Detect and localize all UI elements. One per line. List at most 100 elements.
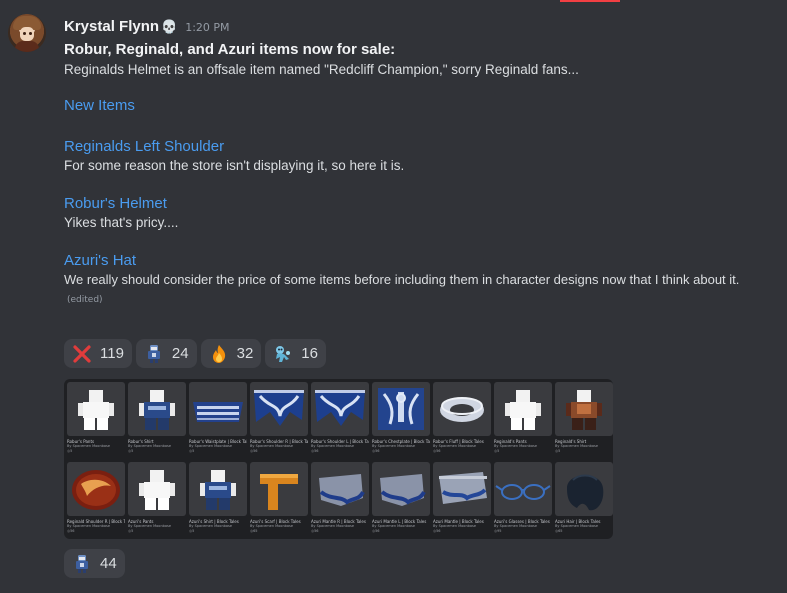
item-thumbnail bbox=[311, 462, 369, 516]
gallery-item: Robur's Fluff | Block Tales By Spacemen M… bbox=[433, 382, 491, 458]
item-thumbnail bbox=[372, 382, 430, 436]
item-price: ◎5 bbox=[189, 449, 195, 453]
link-reginalds-left-shoulder[interactable]: Reginalds Left Shoulder bbox=[64, 138, 773, 155]
item-price-value: 5 bbox=[131, 449, 134, 453]
gallery-item: Reginald's Shirt By Spacemen Moonbase ◎5 bbox=[555, 382, 613, 458]
item-thumbnail bbox=[311, 382, 369, 436]
item-thumbnail bbox=[555, 382, 613, 436]
gallery-item: Azuri's Pants By Spacemen Moonbase ◎5 bbox=[128, 462, 186, 538]
item-thumbnail bbox=[433, 462, 491, 516]
custom-creature-emoji-icon bbox=[273, 344, 293, 364]
reaction-count: 32 bbox=[236, 345, 254, 362]
gallery-item: Azuri's Scarf | Block Tales By Spacemen M… bbox=[250, 462, 308, 538]
link-azuris-hat[interactable]: Azuri's Hat bbox=[64, 252, 773, 269]
reaction-count: 119 bbox=[100, 345, 124, 362]
item-thumbnail bbox=[372, 462, 430, 516]
gallery-item: Azuri Hair | Block Tales By Spacemen Moon… bbox=[555, 462, 613, 538]
message-timestamp[interactable]: 1:20 PM bbox=[185, 21, 229, 34]
message-title: Robur, Reginald, and Azuri items now for… bbox=[64, 41, 396, 58]
item-price: ◎56 bbox=[433, 529, 441, 533]
item-price-value: 5 bbox=[192, 449, 195, 453]
gallery-item: Robur's Shoulder R | Block Tales By Space… bbox=[250, 382, 308, 458]
item-price-value: 56 bbox=[436, 449, 441, 453]
item-thumbnail bbox=[433, 382, 491, 436]
item-price-value: 95 bbox=[497, 529, 502, 533]
item-price-value: 56 bbox=[375, 529, 380, 533]
reaction-fire[interactable]: 32 bbox=[200, 339, 262, 368]
username[interactable]: Krystal Flynn bbox=[64, 18, 159, 35]
reaction-count: 16 bbox=[301, 345, 318, 362]
gallery-item: Reginald Shoulder R | Block TalesBy Spac… bbox=[67, 462, 125, 538]
gallery-item: Azuri's Shirt | Block Tales By Spacemen M… bbox=[189, 462, 247, 538]
item-grid: Robur's Pants By Spacemen Moonbase ◎5 Robur… bbox=[67, 382, 613, 538]
reaction-count: 44 bbox=[100, 555, 117, 572]
gallery-item: Robur's Shoulder L | Block Tales By Space… bbox=[311, 382, 369, 458]
item-price: ◎56 bbox=[250, 449, 258, 453]
item-price-value: 56 bbox=[375, 449, 380, 453]
gallery-item: Robur's Waistplate | Block Tales By Space… bbox=[189, 382, 247, 458]
avatar[interactable] bbox=[8, 14, 46, 52]
item-price: ◎56 bbox=[67, 529, 75, 533]
item-price-value: 5 bbox=[192, 529, 195, 533]
reactions-bar: 119 24 32 16 bbox=[64, 339, 326, 368]
gallery-item: Reginald's Pants By Spacemen Moonbase ◎5 bbox=[494, 382, 552, 458]
reaction-custom-character[interactable]: 24 bbox=[135, 339, 197, 368]
skull-icon: 💀 bbox=[161, 20, 178, 35]
item-price: ◎65 bbox=[555, 529, 563, 533]
item-price-value: 56 bbox=[314, 529, 319, 533]
item-price-value: 56 bbox=[436, 529, 441, 533]
item-price: ◎5 bbox=[128, 449, 134, 453]
caption-azuris-hat: We really should consider the price of s… bbox=[64, 272, 740, 287]
item-thumbnail bbox=[494, 382, 552, 436]
cross-mark-icon bbox=[72, 344, 92, 364]
gallery-item: Robur's Chestplate | Block Tales By Space… bbox=[372, 382, 430, 458]
item-price: ◎56 bbox=[433, 449, 441, 453]
link-new-items[interactable]: New Items bbox=[64, 97, 773, 114]
item-price-value: 65 bbox=[558, 529, 563, 533]
item-thumbnail bbox=[250, 462, 308, 516]
item-price-value: 5 bbox=[497, 449, 500, 453]
custom-character-emoji-icon bbox=[144, 344, 164, 364]
reaction-count: 24 bbox=[171, 345, 189, 362]
item-price-value: 5 bbox=[70, 449, 73, 453]
item-price-value: 56 bbox=[314, 449, 319, 453]
item-price-value: 56 bbox=[253, 449, 258, 453]
custom-character-emoji-icon bbox=[72, 554, 92, 574]
item-thumbnail bbox=[189, 462, 247, 516]
gallery-item: Azuri's Glasses | Block Tales By Spacemen… bbox=[494, 462, 552, 538]
avatar-eye-right bbox=[29, 32, 32, 35]
message-header: Krystal Flynn 💀 1:20 PM bbox=[64, 18, 773, 38]
edited-label: (edited) bbox=[67, 295, 103, 305]
item-gallery-image[interactable]: Robur's Pants By Spacemen Moonbase ◎5 Robur… bbox=[64, 379, 613, 539]
item-price: ◎5 bbox=[128, 529, 134, 533]
reaction-cross-mark[interactable]: 119 bbox=[64, 339, 132, 368]
item-price-value: 65 bbox=[253, 529, 258, 533]
item-thumbnail bbox=[555, 462, 613, 516]
item-price: ◎56 bbox=[311, 529, 319, 533]
item-price: ◎56 bbox=[311, 449, 319, 453]
item-price-value: 56 bbox=[70, 529, 75, 533]
message-intro: Reginalds Helmet is an offsale item name… bbox=[64, 62, 579, 77]
gallery-item: Azuri Mantle | Block Tales By Spacemen Mo… bbox=[433, 462, 491, 538]
reaction-custom-creature[interactable]: 16 bbox=[265, 339, 326, 368]
gallery-item: Azuri Mantle R | Block Tales By Spacemen … bbox=[311, 462, 369, 538]
item-price: ◎95 bbox=[494, 529, 502, 533]
item-price: ◎5 bbox=[67, 449, 73, 453]
link-roburs-helmet[interactable]: Robur's Helmet bbox=[64, 195, 773, 212]
caption-roburs-helmet: Yikes that's pricy.... bbox=[64, 215, 179, 230]
item-price: ◎5 bbox=[189, 529, 195, 533]
item-thumbnail bbox=[189, 382, 247, 436]
item-price: ◎56 bbox=[372, 449, 380, 453]
item-thumbnail bbox=[67, 462, 125, 516]
item-thumbnail bbox=[67, 382, 125, 436]
message-content: Krystal Flynn 💀 1:20 PM Robur, Reginald,… bbox=[64, 18, 773, 305]
gallery-item: Robur's Shirt By Spacemen Moonbase ◎5 bbox=[128, 382, 186, 458]
item-thumbnail bbox=[494, 462, 552, 516]
item-price: ◎5 bbox=[494, 449, 500, 453]
gallery-item: Robur's Pants By Spacemen Moonbase ◎5 bbox=[67, 382, 125, 458]
top-accent-line bbox=[560, 0, 620, 2]
attachment-reaction[interactable]: 44 bbox=[64, 549, 125, 578]
item-price-value: 5 bbox=[131, 529, 134, 533]
item-price: ◎56 bbox=[372, 529, 380, 533]
item-thumbnail bbox=[250, 382, 308, 436]
